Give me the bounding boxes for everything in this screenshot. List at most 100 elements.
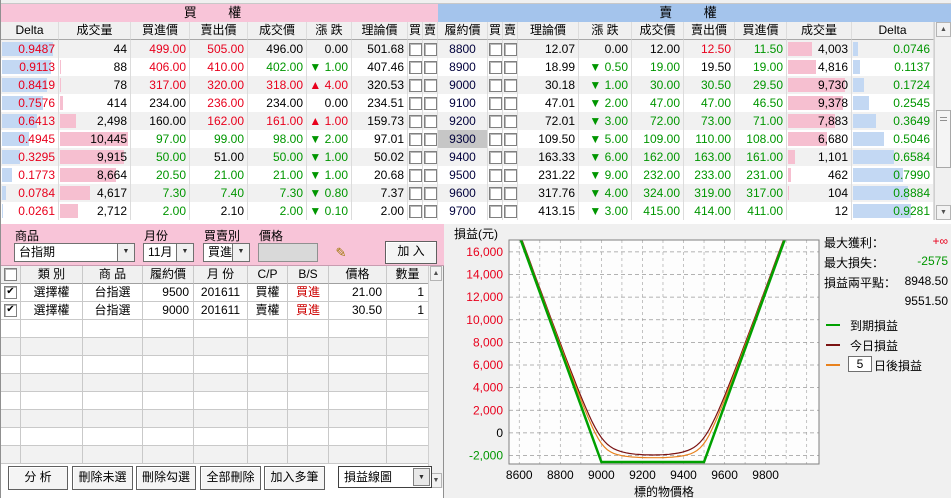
call-bid-cell[interactable]: 97.00 [131, 130, 190, 148]
call-buy-checkbox[interactable] [408, 114, 422, 128]
call-bid-cell[interactable]: 317.00 [131, 76, 190, 94]
call-sell-checkbox[interactable] [423, 78, 437, 92]
put-ask-cell[interactable]: 19.50 [684, 58, 735, 76]
call-bid-cell[interactable]: 160.00 [131, 112, 190, 130]
put-sell-checkbox[interactable] [503, 132, 517, 146]
put-ask-cell[interactable]: 73.00 [684, 112, 735, 130]
call-sell-checkbox[interactable] [423, 204, 437, 218]
put-ask-cell[interactable]: 233.00 [684, 166, 735, 184]
call-buy-checkbox[interactable] [408, 42, 422, 56]
put-ask-cell[interactable]: 163.00 [684, 148, 735, 166]
strike-cell[interactable]: 9100 [438, 94, 488, 112]
call-sell-checkbox[interactable] [423, 150, 437, 164]
put-ask-cell[interactable]: 110.00 [684, 130, 735, 148]
call-ask-cell[interactable]: 505.00 [190, 40, 248, 58]
month-select[interactable]: 11月 ▼ [143, 243, 194, 262]
call-bid-cell[interactable]: 406.00 [131, 58, 190, 76]
put-bid-cell[interactable]: 411.00 [735, 202, 787, 220]
call-last-cell[interactable]: 318.00 [248, 76, 307, 94]
strike-cell[interactable]: 8900 [438, 58, 488, 76]
call-ask-cell[interactable]: 320.00 [190, 76, 248, 94]
call-buy-checkbox[interactable] [408, 168, 422, 182]
call-ask-cell[interactable]: 410.00 [190, 58, 248, 76]
call-last-cell[interactable]: 496.00 [248, 40, 307, 58]
chevron-down-icon[interactable]: ▼ [413, 468, 430, 486]
call-buy-checkbox[interactable] [408, 60, 422, 74]
put-sell-checkbox[interactable] [503, 42, 517, 56]
chain-vertical-scrollbar[interactable]: ▲ ▼ [934, 22, 951, 220]
put-buy-checkbox[interactable] [488, 132, 502, 146]
call-bid-cell[interactable]: 20.50 [131, 166, 190, 184]
delete-checked-button[interactable]: 刪除勾選 [136, 466, 196, 490]
put-buy-checkbox[interactable] [488, 204, 502, 218]
put-bid-cell[interactable]: 108.00 [735, 130, 787, 148]
call-sell-checkbox[interactable] [423, 114, 437, 128]
call-last-cell[interactable]: 98.00 [248, 130, 307, 148]
put-buy-checkbox[interactable] [488, 114, 502, 128]
put-bid-cell[interactable]: 231.00 [735, 166, 787, 184]
put-bid-cell[interactable]: 19.00 [735, 58, 787, 76]
call-last-cell[interactable]: 161.00 [248, 112, 307, 130]
product-select[interactable]: 台指期 ▼ [14, 243, 135, 262]
order-row-checkbox[interactable]: ✔ [4, 286, 17, 299]
chart-type-select[interactable]: 損益線圖 ▼ [338, 466, 432, 488]
price-input[interactable] [258, 243, 318, 262]
put-sell-checkbox[interactable] [503, 78, 517, 92]
put-buy-checkbox[interactable] [488, 186, 502, 200]
put-ask-cell[interactable]: 30.50 [684, 76, 735, 94]
order-row-checkbox[interactable]: ✔ [4, 304, 17, 317]
put-last-cell[interactable]: 162.00 [632, 148, 684, 166]
call-sell-checkbox[interactable] [423, 60, 437, 74]
add-button[interactable]: 加 入 [385, 241, 437, 264]
call-buy-checkbox[interactable] [408, 150, 422, 164]
chevron-down-icon[interactable]: ▼ [117, 244, 134, 261]
put-sell-checkbox[interactable] [503, 60, 517, 74]
strike-cell[interactable]: 9400 [438, 148, 488, 166]
scroll-up-icon[interactable]: ▲ [430, 266, 442, 281]
put-last-cell[interactable]: 109.00 [632, 130, 684, 148]
put-buy-checkbox[interactable] [488, 150, 502, 164]
put-sell-checkbox[interactable] [503, 96, 517, 110]
call-buy-checkbox[interactable] [408, 204, 422, 218]
put-last-cell[interactable]: 232.00 [632, 166, 684, 184]
put-buy-checkbox[interactable] [488, 168, 502, 182]
strike-cell[interactable]: 9700 [438, 202, 488, 220]
days-after-input[interactable] [848, 356, 872, 372]
call-last-cell[interactable]: 21.00 [248, 166, 307, 184]
put-last-cell[interactable]: 415.00 [632, 202, 684, 220]
call-last-cell[interactable]: 2.00 [248, 202, 307, 220]
put-ask-cell[interactable]: 319.00 [684, 184, 735, 202]
call-ask-cell[interactable]: 99.00 [190, 130, 248, 148]
call-last-cell[interactable]: 402.00 [248, 58, 307, 76]
call-sell-checkbox[interactable] [423, 132, 437, 146]
scroll-down-icon[interactable]: ▼ [936, 205, 951, 220]
scroll-up-icon[interactable]: ▲ [936, 22, 951, 37]
side-select[interactable]: 買進 ▼ [203, 243, 250, 262]
delete-all-button[interactable]: 全部刪除 [200, 466, 261, 490]
strike-cell[interactable]: 9500 [438, 166, 488, 184]
call-buy-checkbox[interactable] [408, 186, 422, 200]
call-buy-checkbox[interactable] [408, 78, 422, 92]
call-bid-cell[interactable]: 234.00 [131, 94, 190, 112]
analyze-button[interactable]: 分 析 [8, 466, 68, 490]
call-bid-cell[interactable]: 50.00 [131, 148, 190, 166]
put-sell-checkbox[interactable] [503, 114, 517, 128]
put-last-cell[interactable]: 19.00 [632, 58, 684, 76]
call-sell-checkbox[interactable] [423, 42, 437, 56]
add-multiple-button[interactable]: 加入多筆 [264, 466, 325, 490]
strike-cell[interactable]: 9200 [438, 112, 488, 130]
put-bid-cell[interactable]: 29.50 [735, 76, 787, 94]
put-ask-cell[interactable]: 47.00 [684, 94, 735, 112]
put-bid-cell[interactable]: 71.00 [735, 112, 787, 130]
call-buy-checkbox[interactable] [408, 132, 422, 146]
chevron-down-icon[interactable]: ▼ [176, 244, 193, 261]
call-ask-cell[interactable]: 2.10 [190, 202, 248, 220]
strike-cell[interactable]: 8800 [438, 40, 488, 58]
call-sell-checkbox[interactable] [423, 96, 437, 110]
call-ask-cell[interactable]: 7.40 [190, 184, 248, 202]
put-last-cell[interactable]: 47.00 [632, 94, 684, 112]
call-ask-cell[interactable]: 162.00 [190, 112, 248, 130]
put-bid-cell[interactable]: 161.00 [735, 148, 787, 166]
call-ask-cell[interactable]: 51.00 [190, 148, 248, 166]
put-buy-checkbox[interactable] [488, 60, 502, 74]
